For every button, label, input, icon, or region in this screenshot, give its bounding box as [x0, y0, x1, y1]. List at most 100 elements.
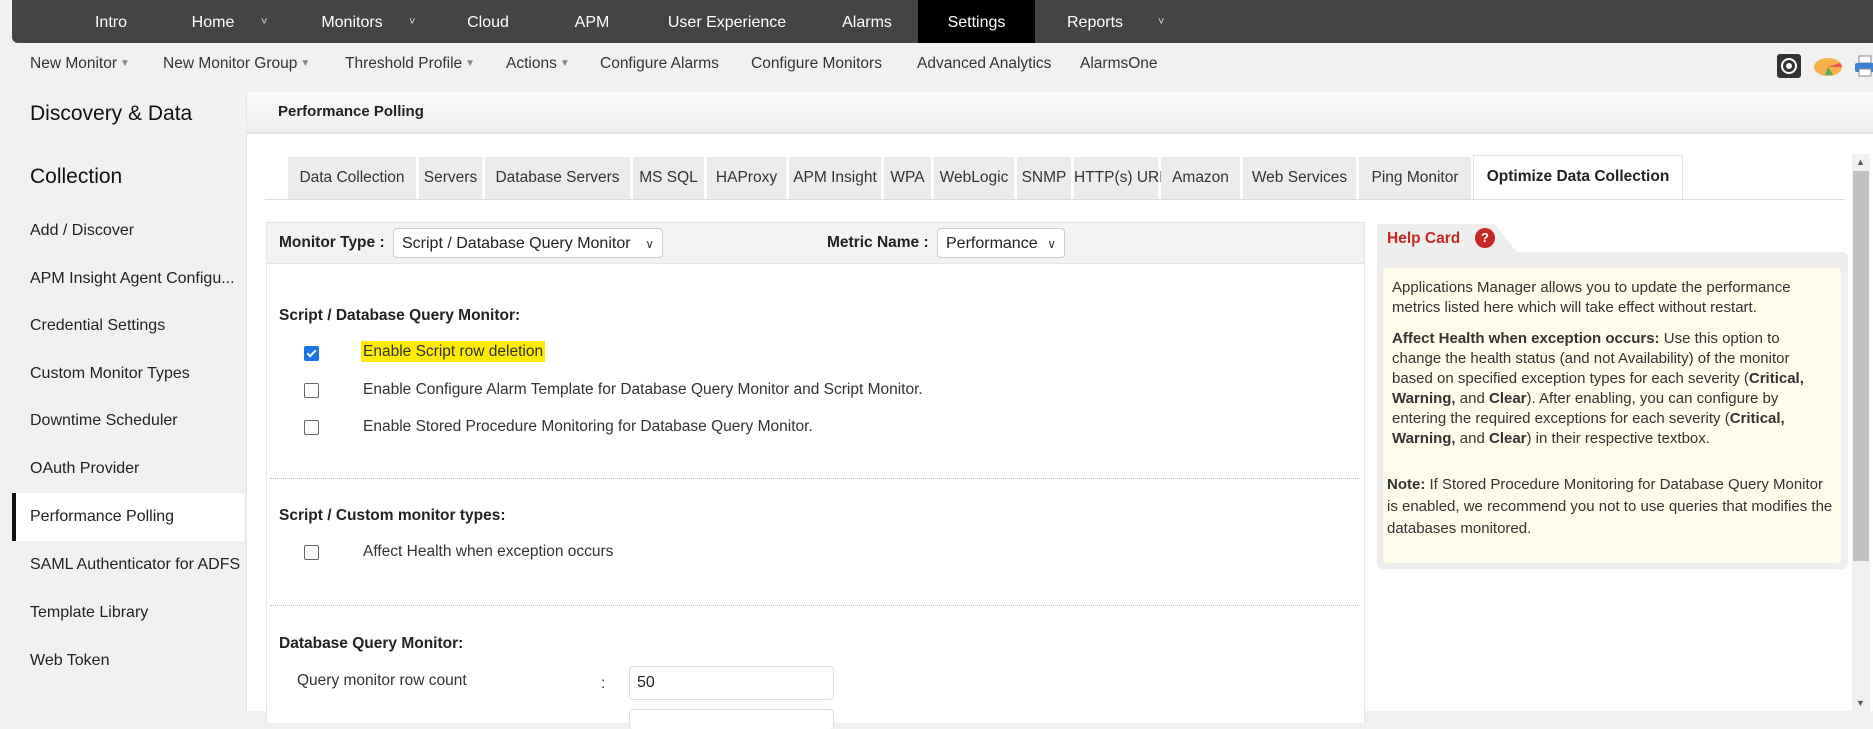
enable-stored-procedure-label[interactable]: Enable Stored Procedure Monitoring for D… — [363, 418, 813, 436]
sidebar-item-performance-polling[interactable]: Performance Polling — [12, 493, 244, 541]
pie-chart-icon[interactable] — [1813, 54, 1843, 78]
form-filter-bar: Monitor Type : Script / Database Query M… — [267, 223, 1364, 264]
nav-apm[interactable]: APM — [552, 0, 632, 43]
help-text: and — [1455, 390, 1489, 407]
nav-home[interactable]: Home — [174, 0, 252, 43]
sidebar-item-custom-monitor-types[interactable]: Custom Monitor Types — [12, 350, 244, 398]
enable-script-row-deletion-label[interactable]: Enable Script row deletion — [361, 341, 546, 362]
row-count-input[interactable]: 50 — [629, 666, 834, 700]
help-text: and — [1455, 430, 1489, 447]
camera-shutter-icon[interactable] — [1777, 54, 1801, 78]
tab-divider — [265, 199, 1845, 200]
tab-snmp[interactable]: SNMP — [1017, 157, 1071, 199]
main-panel: Performance Polling Data Collection Serv… — [246, 92, 1873, 729]
top-nav-bar: Intro Home ˅ Monitors ˅ Cloud APM User E… — [12, 0, 1873, 43]
next-input[interactable] — [629, 709, 834, 729]
configure-alarms-link[interactable]: Configure Alarms — [600, 55, 719, 73]
enable-script-row-deletion-checkbox[interactable] — [304, 346, 319, 361]
sidebar-item-credential-settings[interactable]: Credential Settings — [12, 302, 244, 350]
nav-user-experience[interactable]: User Experience — [652, 0, 802, 43]
help-bold: Clear — [1488, 430, 1527, 447]
page-title: Performance Polling — [278, 103, 424, 120]
threshold-profile-menu[interactable]: Threshold Profile ▼ — [345, 55, 475, 73]
help-card-tab-edge — [1495, 224, 1523, 260]
row-count-label: Query monitor row count — [297, 672, 467, 689]
tab-weblogic[interactable]: WebLogic — [934, 157, 1014, 199]
nav-alarms[interactable]: Alarms — [822, 0, 912, 43]
tab-data-collection[interactable]: Data Collection — [288, 157, 416, 199]
affect-health-checkbox[interactable] — [304, 545, 319, 560]
help-bold: Clear — [1488, 390, 1527, 407]
caret-down-icon: ▼ — [300, 58, 311, 69]
help-text: ) in their respective textbox. — [1526, 430, 1710, 447]
nav-reports[interactable]: Reports — [1050, 0, 1140, 43]
section-title-db-query: Database Query Monitor: — [279, 635, 464, 652]
sidebar-heading-line2: Collection — [30, 165, 123, 188]
highlighted-text: Enable Script row deletion — [361, 341, 546, 362]
nav-monitors[interactable]: Monitors — [302, 0, 402, 43]
new-monitor-group-menu[interactable]: New Monitor Group ▼ — [163, 55, 310, 73]
help-bold: Affect Health when exception occurs: — [1392, 330, 1660, 347]
sidebar-item-add-discover[interactable]: Add / Discover — [12, 207, 244, 255]
tab-optimize-data-collection[interactable]: Optimize Data Collection — [1473, 155, 1683, 200]
caret-down-icon: ▼ — [120, 58, 130, 69]
help-text: If Stored Procedure Monitoring for Datab… — [1387, 476, 1833, 537]
row-count-colon: : — [601, 675, 606, 692]
metric-name-label: Metric Name : — [827, 234, 929, 251]
nav-settings[interactable]: Settings — [918, 0, 1035, 43]
enable-alarm-template-checkbox[interactable] — [304, 383, 319, 398]
scroll-up-icon[interactable]: ▲ — [1856, 157, 1865, 167]
sidebar-heading: Discovery & Data — [30, 102, 193, 125]
alarmsone-link[interactable]: AlarmsOne — [1080, 55, 1158, 73]
enable-stored-procedure-checkbox[interactable] — [304, 420, 319, 435]
new-monitor-menu[interactable]: New Monitor ▼ — [30, 55, 130, 73]
sidebar-item-web-token[interactable]: Web Token — [12, 637, 244, 685]
tab-https-urls[interactable]: HTTP(s) URLs — [1074, 157, 1176, 199]
monitor-type-select[interactable]: Script / Database Query Monitor ∨ — [393, 228, 663, 258]
sidebar-item-template-library[interactable]: Template Library — [12, 589, 244, 637]
new-monitor-label: New Monitor — [30, 55, 117, 72]
sidebar-item-apm-insight-agent[interactable]: APM Insight Agent Configu... — [12, 255, 244, 303]
actions-menu[interactable]: Actions ▼ — [506, 55, 570, 73]
tab-ms-sql[interactable]: MS SQL — [633, 157, 704, 199]
help-paragraph-note: Note: If Stored Procedure Monitoring for… — [1387, 474, 1837, 540]
sidebar-item-saml-authenticator[interactable]: SAML Authenticator for ADFS — [12, 541, 244, 589]
chevron-down-icon[interactable]: ˅ — [1158, 0, 1164, 43]
affect-health-label[interactable]: Affect Health when exception occurs — [363, 543, 613, 561]
help-card: Help Card ? Applications Manager allows … — [1377, 224, 1848, 569]
sidebar-item-downtime-scheduler[interactable]: Downtime Scheduler — [12, 397, 244, 445]
caret-down-icon: ▼ — [465, 58, 476, 69]
chevron-down-icon[interactable]: ˅ — [409, 0, 415, 43]
scroll-down-icon[interactable]: ▼ — [1856, 698, 1865, 708]
advanced-analytics-link[interactable]: Advanced Analytics — [917, 55, 1051, 73]
help-paragraph-intro: Applications Manager allows you to updat… — [1392, 279, 1791, 316]
tab-database-servers[interactable]: Database Servers — [485, 157, 630, 199]
nav-intro[interactable]: Intro — [78, 0, 144, 43]
tab-servers[interactable]: Servers — [419, 157, 482, 199]
tab-wpa[interactable]: WPA — [884, 157, 931, 199]
monitor-type-label: Monitor Type : — [279, 234, 385, 251]
sidebar-item-oauth-provider[interactable]: OAuth Provider — [12, 445, 244, 493]
chevron-down-icon[interactable]: ˅ — [261, 0, 267, 43]
tab-amazon[interactable]: Amazon — [1161, 157, 1240, 199]
help-card-content: Applications Manager allows you to updat… — [1383, 268, 1841, 563]
chevron-down-icon: ∨ — [645, 237, 654, 251]
tab-apm-insight[interactable]: APM Insight — [789, 157, 881, 199]
vertical-scrollbar[interactable]: ▲ ▼ — [1852, 154, 1870, 711]
tab-haproxy[interactable]: HAProxy — [707, 157, 786, 199]
scroll-thumb[interactable] — [1853, 171, 1869, 561]
chevron-down-icon: ∨ — [1047, 237, 1056, 251]
help-paragraph-affect-health: Affect Health when exception occurs: Use… — [1392, 329, 1832, 449]
threshold-profile-label: Threshold Profile — [345, 55, 463, 72]
help-question-icon[interactable]: ? — [1475, 228, 1495, 248]
configure-monitors-link[interactable]: Configure Monitors — [751, 55, 882, 73]
tab-web-services[interactable]: Web Services — [1243, 157, 1356, 199]
nav-cloud[interactable]: Cloud — [448, 0, 528, 43]
section-divider — [270, 478, 1360, 479]
section-title-script-db-query: Script / Database Query Monitor: — [279, 307, 521, 324]
printer-icon[interactable] — [1853, 54, 1873, 78]
metric-name-select[interactable]: Performance ∨ — [937, 228, 1065, 258]
caret-down-icon: ▼ — [559, 58, 570, 69]
enable-alarm-template-label[interactable]: Enable Configure Alarm Template for Data… — [363, 381, 923, 399]
tab-ping-monitor[interactable]: Ping Monitor — [1359, 157, 1471, 199]
